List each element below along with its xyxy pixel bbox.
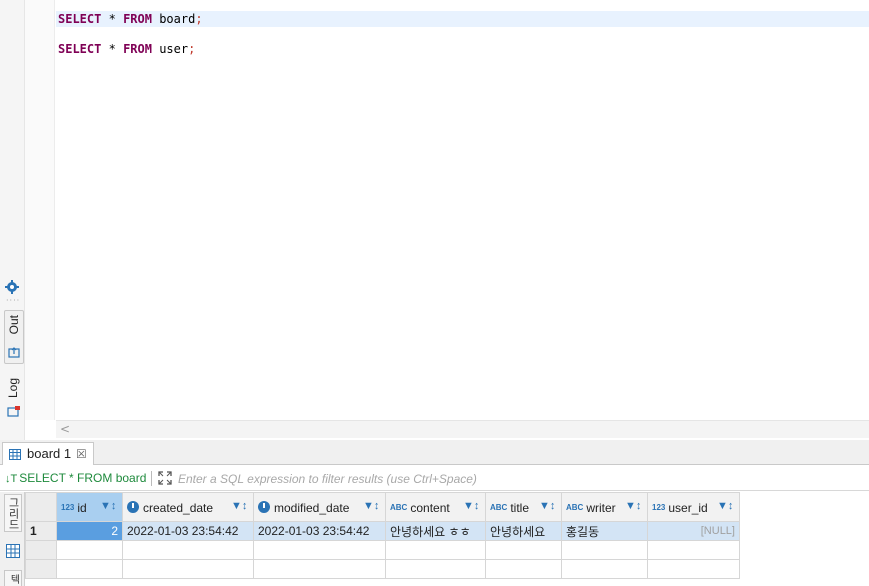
out-tab-label: Out: [7, 315, 21, 335]
log-icon: [7, 406, 20, 417]
code-area[interactable]: SELECT * FROM board; SELECT * FROM user;: [56, 0, 869, 420]
column-label: modified_date: [274, 500, 350, 515]
text-icon: ABC: [490, 502, 508, 512]
filter-input[interactable]: [178, 469, 865, 488]
close-icon[interactable]: ☒: [76, 447, 87, 461]
empty-row: [25, 559, 740, 579]
text-icon: ABC: [566, 502, 584, 512]
filter-sort-icon[interactable]: ▼↕: [463, 500, 481, 514]
table-name: user: [159, 42, 189, 56]
results-tab-strip: board 1 ☒: [0, 440, 869, 465]
tab-label: board 1: [27, 446, 72, 461]
code-line-1[interactable]: SELECT * FROM board;: [56, 11, 869, 27]
filter-sort-icon[interactable]: ▼↕: [717, 500, 735, 514]
clock-icon: [258, 501, 270, 514]
semicolon: ;: [195, 12, 203, 26]
text-icon: ABC: [390, 502, 408, 512]
filter-sort-icon[interactable]: ▼↕: [363, 500, 381, 514]
column-label: id: [77, 500, 87, 515]
gear-icon[interactable]: [5, 280, 19, 294]
log-tab[interactable]: Log: [4, 372, 24, 422]
keyword: SELECT: [58, 12, 102, 26]
column-label: created_date: [143, 500, 214, 515]
grid-view-tab[interactable]: 그리드: [4, 494, 22, 532]
cell-created-date[interactable]: 2022-01-03 23:54:42: [122, 521, 254, 541]
row-number[interactable]: 1: [25, 521, 57, 541]
sql-source-icon: ↓T: [5, 473, 18, 485]
expand-icon[interactable]: [158, 471, 172, 485]
column-header-id[interactable]: 123 id ▼↕: [56, 492, 123, 522]
header-row: 123 id ▼↕ created_date ▼↕ modified_date ▼…: [25, 492, 740, 522]
keyword: FROM: [123, 12, 152, 26]
numeric-icon: 123: [61, 502, 75, 512]
cell-content[interactable]: 안녕하세요 ㅎㅎ: [385, 521, 486, 541]
divider: [151, 471, 152, 486]
cell-writer[interactable]: 홍길동: [561, 521, 648, 541]
column-header-modified-date[interactable]: modified_date ▼↕: [253, 492, 386, 522]
scroll-left-icon[interactable]: <: [60, 422, 70, 436]
cell-id[interactable]: 2: [56, 521, 123, 541]
column-header-writer[interactable]: ABC writer ▼↕: [561, 492, 648, 522]
star: *: [108, 12, 116, 26]
column-header-user-id[interactable]: 123 user_id ▼↕: [647, 492, 740, 522]
filter-sort-icon[interactable]: ▼↕: [231, 500, 249, 514]
table-name: board: [159, 12, 196, 26]
table-row[interactable]: 1 2 2022-01-03 23:54:42 2022-01-03 23:54…: [25, 521, 740, 541]
empty-row: [25, 540, 740, 560]
column-header-created-date[interactable]: created_date ▼↕: [122, 492, 254, 522]
column-label: user_id: [668, 500, 708, 515]
column-label: title: [510, 500, 530, 515]
log-tab-label: Log: [6, 378, 20, 399]
star: *: [108, 42, 116, 56]
dots-icon: ····: [6, 296, 21, 305]
output-icon: [8, 347, 20, 358]
horizontal-scrollbar[interactable]: <: [56, 420, 869, 438]
out-tab[interactable]: Out: [4, 310, 24, 364]
grid-icon[interactable]: [6, 544, 20, 558]
column-header-content[interactable]: ABC content ▼↕: [385, 492, 486, 522]
table-icon: [9, 449, 21, 460]
tab-board-1[interactable]: board 1 ☒: [2, 442, 94, 465]
row-number-header: [25, 492, 57, 522]
dbeaver-window: SELECT * FROM board; SELECT * FROM user;…: [0, 0, 869, 586]
cell-modified-date[interactable]: 2022-01-03 23:54:42: [253, 521, 386, 541]
filter-sort-icon[interactable]: ▼↕: [100, 500, 118, 514]
filter-bar: ↓T SELECT * FROM board: [0, 466, 869, 491]
query-source[interactable]: ↓T SELECT * FROM board: [5, 470, 146, 487]
column-label: content: [410, 500, 450, 515]
code-line-2[interactable]: SELECT * FROM user;: [56, 41, 869, 57]
filter-sort-icon[interactable]: ▼↕: [539, 500, 557, 514]
cell-title[interactable]: 안녕하세요: [485, 521, 562, 541]
semicolon: ;: [188, 42, 196, 56]
result-view-switcher: 그리드 텍스트: [0, 492, 25, 586]
line-number-gutter: [25, 0, 55, 420]
column-header-title[interactable]: ABC title ▼↕: [485, 492, 562, 522]
keyword: FROM: [123, 42, 152, 56]
column-label: writer: [586, 500, 616, 515]
sql-editor[interactable]: SELECT * FROM board; SELECT * FROM user;…: [0, 0, 869, 440]
fk-numeric-icon: 123: [652, 502, 666, 512]
keyword: SELECT: [58, 42, 102, 56]
query-source-text: SELECT * FROM board: [19, 471, 147, 485]
clock-icon: [127, 501, 139, 514]
cell-user-id[interactable]: [NULL]: [647, 521, 740, 541]
text-view-tab[interactable]: 텍스트: [4, 570, 22, 586]
filter-sort-icon[interactable]: ▼↕: [625, 500, 643, 514]
result-grid[interactable]: 123 id ▼↕ created_date ▼↕ modified_date ▼…: [25, 492, 740, 579]
